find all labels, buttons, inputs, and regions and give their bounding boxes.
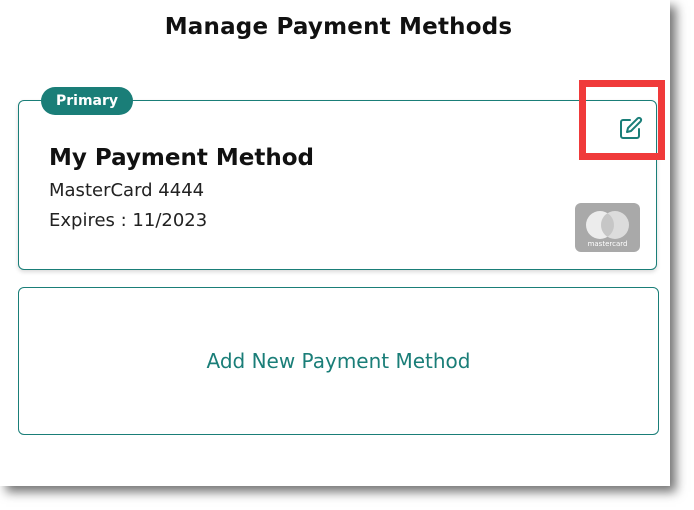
card-expiry: Expires : 11/2023 <box>49 210 208 231</box>
card-number: MasterCard 4444 <box>49 180 205 201</box>
primary-badge: Primary <box>41 87 134 115</box>
add-payment-method-button[interactable]: Add New Payment Method <box>18 287 659 435</box>
payment-methods-window: Manage Payment Methods Primary My Paymen… <box>0 0 670 486</box>
mastercard-logo-text: mastercard <box>587 240 628 248</box>
page-title: Manage Payment Methods <box>164 14 513 40</box>
payment-method-name: My Payment Method <box>49 145 314 171</box>
edit-icon <box>620 116 643 139</box>
primary-payment-card[interactable]: Primary My Payment Method MasterCard 444… <box>18 87 657 270</box>
edit-payment-button[interactable] <box>615 114 647 142</box>
mastercard-logo: mastercard <box>575 203 640 252</box>
add-payment-method-label: Add New Payment Method <box>206 349 471 373</box>
